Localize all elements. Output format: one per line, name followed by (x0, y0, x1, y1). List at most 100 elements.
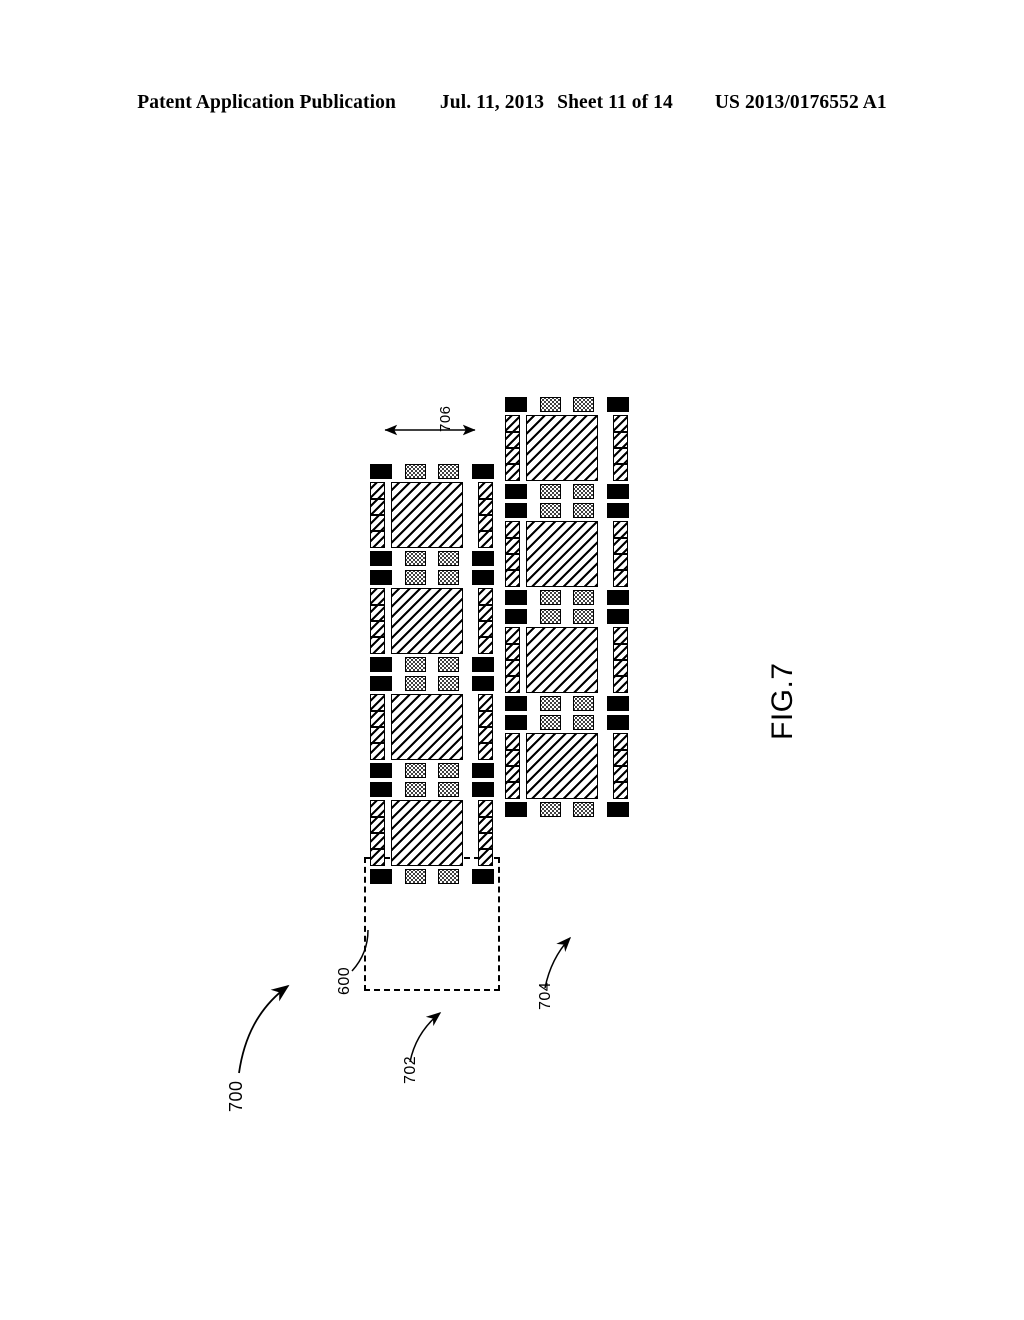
leader-line-700 (238, 984, 290, 1074)
contact-pad-dotted (405, 570, 426, 585)
active-area-square (391, 800, 463, 866)
side-bar-right (613, 627, 628, 693)
contact-pad-dotted (405, 657, 426, 672)
pad-row (370, 462, 494, 481)
contact-pad-solid (505, 397, 527, 412)
contact-pad-solid (607, 503, 629, 518)
contact-pad-dotted (540, 715, 561, 730)
contact-pad-solid (505, 715, 527, 730)
contact-pad-dotted (573, 503, 594, 518)
leader-line-702 (409, 1012, 442, 1063)
contact-pad-solid (472, 657, 494, 672)
contact-pad-dotted (540, 484, 561, 499)
side-bar-left (370, 588, 385, 654)
leader-line-704 (544, 936, 572, 989)
pad-row (505, 482, 629, 501)
contact-pad-dotted (405, 763, 426, 778)
reference-label-706: 706 (437, 405, 454, 432)
pad-row (370, 761, 494, 780)
reference-label-600: 600 (336, 966, 353, 995)
pad-row (505, 395, 629, 414)
contact-pad-solid (370, 782, 392, 797)
contact-pad-solid (472, 869, 494, 884)
contact-pad-dotted (438, 782, 459, 797)
side-bar-left (505, 733, 520, 799)
contact-pad-dotted (438, 551, 459, 566)
contact-pad-dotted (573, 609, 594, 624)
contact-pad-dotted (438, 869, 459, 884)
contact-pad-dotted (438, 676, 459, 691)
contact-pad-solid (505, 802, 527, 817)
pad-row (370, 674, 494, 693)
cell-body-row (505, 414, 629, 482)
side-bar-left (505, 415, 520, 481)
active-area-square (391, 482, 463, 548)
contact-pad-solid (607, 484, 629, 499)
contact-pad-solid (370, 464, 392, 479)
side-bar-right (478, 800, 493, 866)
contact-pad-dotted (540, 590, 561, 605)
contact-pad-solid (505, 503, 527, 518)
contact-pad-dotted (405, 869, 426, 884)
side-bar-right (478, 588, 493, 654)
contact-pad-solid (607, 715, 629, 730)
contact-pad-solid (607, 802, 629, 817)
pad-row (505, 501, 629, 520)
contact-pad-dotted (405, 464, 426, 479)
contact-pad-solid (370, 676, 392, 691)
cell-body-row (370, 587, 494, 655)
contact-pad-dotted (405, 676, 426, 691)
contact-pad-solid (505, 484, 527, 499)
contact-pad-solid (472, 570, 494, 585)
active-area-square (391, 694, 463, 760)
contact-pad-dotted (540, 397, 561, 412)
cell-body-row (370, 481, 494, 549)
contact-pad-dotted (405, 551, 426, 566)
cell-body-row (505, 626, 629, 694)
pad-row (370, 549, 494, 568)
pad-row (505, 800, 629, 819)
contact-pad-dotted (540, 609, 561, 624)
active-area-square (391, 588, 463, 654)
contact-pad-solid (370, 763, 392, 778)
cell-column-right (505, 395, 629, 819)
reference-label-700: 700 (226, 1080, 246, 1112)
contact-pad-solid (505, 609, 527, 624)
figure-caption: FIG.7 (766, 662, 799, 740)
contact-pad-solid (370, 657, 392, 672)
contact-pad-dotted (573, 397, 594, 412)
contact-pad-solid (472, 464, 494, 479)
side-bar-right (613, 733, 628, 799)
active-area-square (526, 415, 598, 481)
contact-pad-solid (472, 782, 494, 797)
pad-row (370, 655, 494, 674)
side-bar-right (478, 482, 493, 548)
contact-pad-solid (472, 676, 494, 691)
reference-label-704: 704 (537, 981, 554, 1010)
contact-pad-solid (607, 609, 629, 624)
contact-pad-dotted (405, 782, 426, 797)
contact-pad-dotted (573, 484, 594, 499)
contact-pad-dotted (573, 715, 594, 730)
pad-row (505, 607, 629, 626)
contact-pad-dotted (438, 570, 459, 585)
side-bar-right (613, 521, 628, 587)
cell-body-row (370, 693, 494, 761)
contact-pad-dotted (573, 696, 594, 711)
contact-pad-dotted (540, 503, 561, 518)
side-bar-right (613, 415, 628, 481)
pad-row (505, 588, 629, 607)
pad-row (370, 568, 494, 587)
pad-row (370, 867, 494, 886)
contact-pad-dotted (438, 464, 459, 479)
contact-pad-solid (505, 696, 527, 711)
contact-pad-solid (505, 590, 527, 605)
contact-pad-solid (370, 869, 392, 884)
contact-pad-solid (370, 551, 392, 566)
contact-pad-dotted (438, 657, 459, 672)
side-bar-left (370, 800, 385, 866)
side-bar-left (370, 482, 385, 548)
pad-row (505, 694, 629, 713)
pad-row (505, 713, 629, 732)
contact-pad-dotted (540, 696, 561, 711)
